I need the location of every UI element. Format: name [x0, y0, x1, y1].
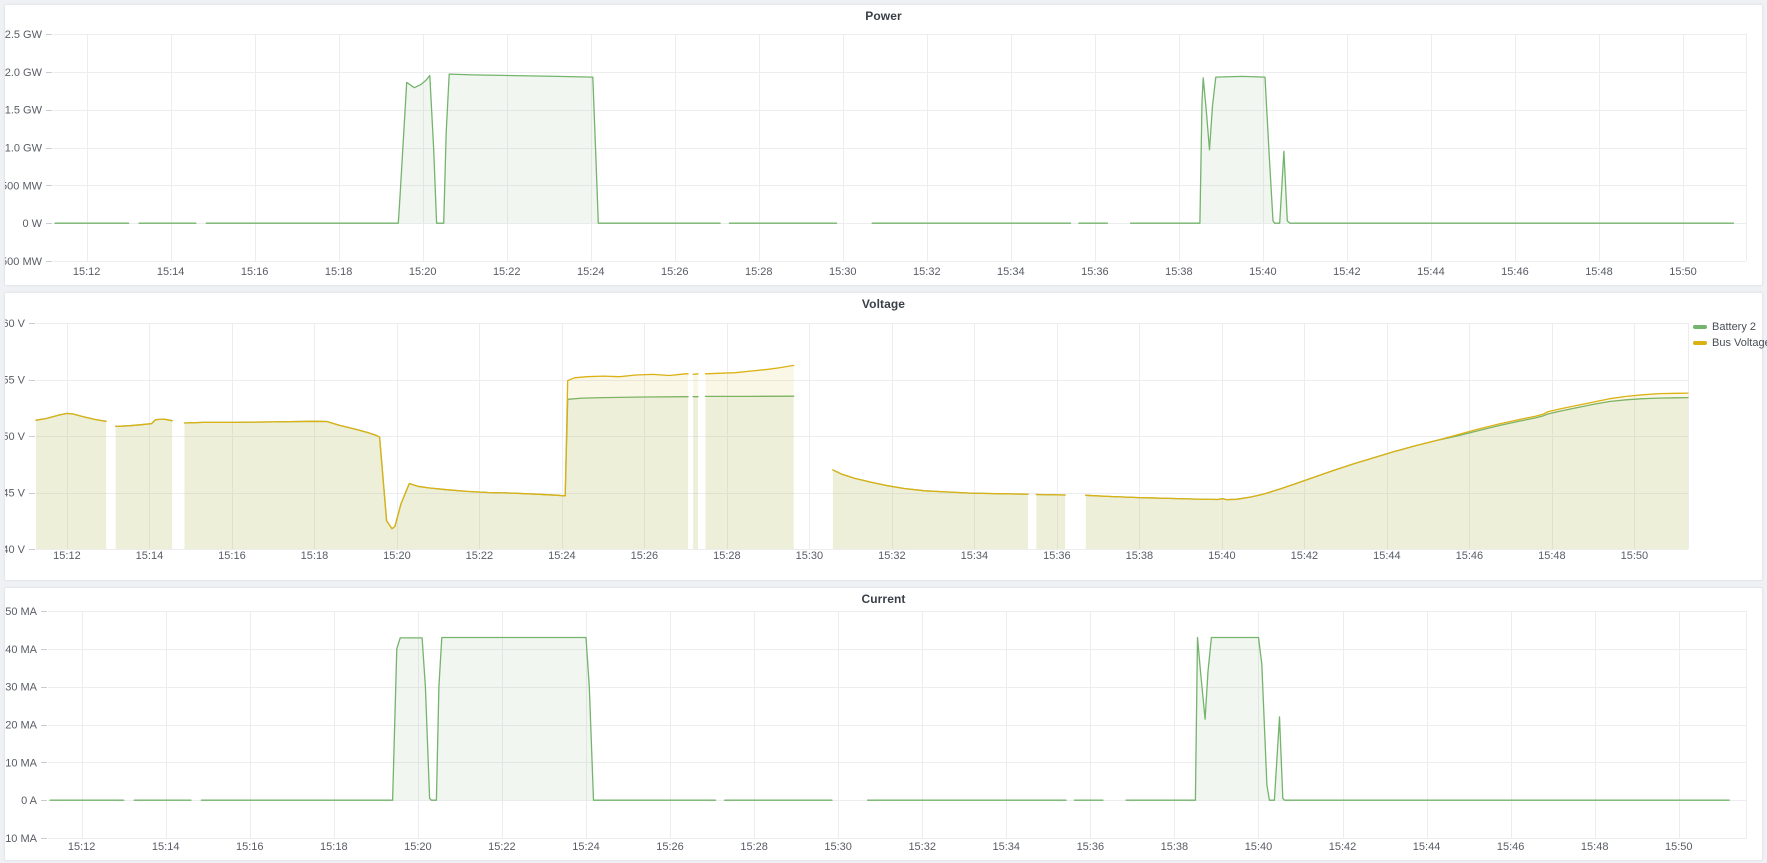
x-axis-label: 15:44: [1413, 841, 1441, 853]
x-axis-label: 15:32: [913, 266, 941, 278]
y-axis-label: 2.5 GW: [5, 29, 43, 41]
x-axis-label: 15:32: [878, 550, 906, 562]
y-axis-label: 0 A: [21, 795, 38, 807]
x-axis-label: 15:48: [1585, 266, 1613, 278]
grafana-dashboard: { "page": { "background_color": "#eff1f5…: [0, 0, 1767, 863]
x-axis-label: 15:40: [1249, 266, 1277, 278]
voltage-plot-area[interactable]: [36, 323, 1688, 549]
x-axis-label: 15:24: [577, 266, 605, 278]
x-axis-label: 15:12: [68, 841, 96, 853]
x-axis-label: 15:48: [1538, 550, 1566, 562]
x-axis-label: 15:14: [136, 550, 164, 562]
legend-swatch-icon: [1693, 341, 1707, 345]
x-axis-label: 15:12: [53, 550, 81, 562]
x-axis-label: 15:20: [383, 550, 411, 562]
x-axis-label: 15:46: [1497, 841, 1525, 853]
legend: Battery 2 Bus Voltage: [1693, 321, 1767, 349]
y-axis-label: 40 MA: [5, 644, 37, 656]
panel-title-power[interactable]: Power: [5, 9, 1762, 23]
x-axis-label: 15:48: [1581, 841, 1609, 853]
y-axis-label: 2.0 GW: [5, 67, 43, 79]
legend-label: Bus Voltage: [1712, 337, 1767, 349]
x-axis-label: 15:40: [1245, 841, 1273, 853]
x-axis-label: 15:30: [796, 550, 824, 562]
x-axis-label: 15:18: [325, 266, 353, 278]
panel-current: Current 15:1215:1415:1615:1815:2015:2215…: [4, 587, 1763, 861]
legend-item-bus-voltage[interactable]: Bus Voltage: [1693, 337, 1767, 349]
y-axis-label: 40 V: [5, 544, 26, 556]
voltage-chart: 15:12 15:14 15:16 15:18 15:20 15:22 15:24 15:26…: [5, 293, 1762, 578]
y-axis-label: 20 MA: [5, 720, 37, 732]
x-axis-label: 15:42: [1333, 266, 1361, 278]
x-axis-label: 15:32: [908, 841, 936, 853]
x-axis-label: 15:44: [1373, 550, 1401, 562]
power-plot-area[interactable]: [53, 34, 1746, 261]
y-axis-label: 30 MA: [5, 682, 37, 694]
legend-label: Battery 2: [1712, 321, 1756, 333]
x-axis-label: 15:50: [1621, 550, 1649, 562]
x-axis-label: 15:34: [993, 841, 1021, 853]
x-axis-label: 15:30: [824, 841, 852, 853]
y-axis-label: 1.5 GW: [5, 105, 43, 117]
y-axis-label: -500 MW: [5, 256, 43, 268]
x-axis-label: 15:28: [740, 841, 768, 853]
x-axis-label: 15:42: [1291, 550, 1319, 562]
x-axis-label: 15:38: [1165, 266, 1193, 278]
x-axis-label: 15:22: [488, 841, 516, 853]
y-axis-label: 1.0 GW: [5, 143, 43, 155]
x-axis-label: 15:14: [157, 266, 185, 278]
x-axis-label: 15:50: [1669, 266, 1697, 278]
x-axis-label: 15:36: [1043, 550, 1071, 562]
x-axis-label: 15:22: [493, 266, 521, 278]
x-axis-label: 15:46: [1501, 266, 1529, 278]
y-axis-label: 0 W: [22, 218, 42, 230]
y-axis-label: 50 MA: [5, 606, 37, 618]
x-axis-label: 15:16: [241, 266, 269, 278]
panel-power: Power 15:12 15:14 15:16 15:18 15:20 15:22 15:2…: [4, 4, 1763, 286]
x-axis-label: 15:16: [236, 841, 264, 853]
x-axis-label: 15:28: [713, 550, 741, 562]
x-axis-label: 15:38: [1161, 841, 1189, 853]
x-axis-label: 15:36: [1081, 266, 1109, 278]
panel-voltage: Voltage 15:1215:1415:1615:1815:2015:2215…: [4, 292, 1763, 581]
x-axis-label: 15:26: [631, 550, 659, 562]
x-axis-label: 15:26: [661, 266, 689, 278]
legend-swatch-icon: [1693, 325, 1707, 329]
current-plot-area[interactable]: [48, 611, 1746, 838]
y-axis-label: 10 MA: [5, 757, 37, 769]
x-axis-label: 15:38: [1126, 550, 1154, 562]
x-axis-label: 15:20: [404, 841, 432, 853]
x-axis-label: 15:18: [301, 550, 329, 562]
x-axis-label: 15:50: [1665, 841, 1693, 853]
x-axis-label: 15:26: [656, 841, 684, 853]
power-chart: 15:12 15:14 15:16 15:18 15:20 15:22 15:24 15:26…: [5, 5, 1762, 283]
y-axis-label: 45 V: [5, 488, 26, 500]
x-axis-label: 15:34: [961, 550, 989, 562]
x-axis-label: 15:44: [1417, 266, 1445, 278]
x-axis-label: 15:24: [548, 550, 576, 562]
x-axis-label: 15:30: [829, 266, 857, 278]
x-axis-label: 15:12: [73, 266, 101, 278]
y-axis-label: 500 MW: [5, 180, 43, 192]
x-axis-label: 15:34: [997, 266, 1025, 278]
x-axis-label: 15:24: [572, 841, 600, 853]
x-axis-label: 15:28: [745, 266, 773, 278]
x-axis-label: 15:36: [1077, 841, 1105, 853]
y-axis-label: 55 V: [5, 375, 26, 387]
x-axis-label: 15:20: [409, 266, 437, 278]
x-axis-label: 15:46: [1456, 550, 1484, 562]
x-axis-label: 15:42: [1329, 841, 1357, 853]
y-axis-label: -10 MA: [5, 833, 38, 845]
x-axis-label: 15:40: [1208, 550, 1236, 562]
panel-title-voltage[interactable]: Voltage: [5, 297, 1762, 311]
x-axis-label: 15:14: [152, 841, 180, 853]
current-chart: 15:12 15:14 15:16 15:18 15:20 15:22 15:24 15:26…: [5, 588, 1762, 858]
x-axis-label: 15:22: [466, 550, 494, 562]
x-axis-label: 15:16: [218, 550, 246, 562]
panel-title-current[interactable]: Current: [5, 592, 1762, 606]
y-axis-label: 50 V: [5, 431, 26, 443]
legend-item-battery-2[interactable]: Battery 2: [1693, 321, 1767, 333]
y-axis-label: 60 V: [5, 318, 26, 330]
x-axis-label: 15:18: [320, 841, 348, 853]
